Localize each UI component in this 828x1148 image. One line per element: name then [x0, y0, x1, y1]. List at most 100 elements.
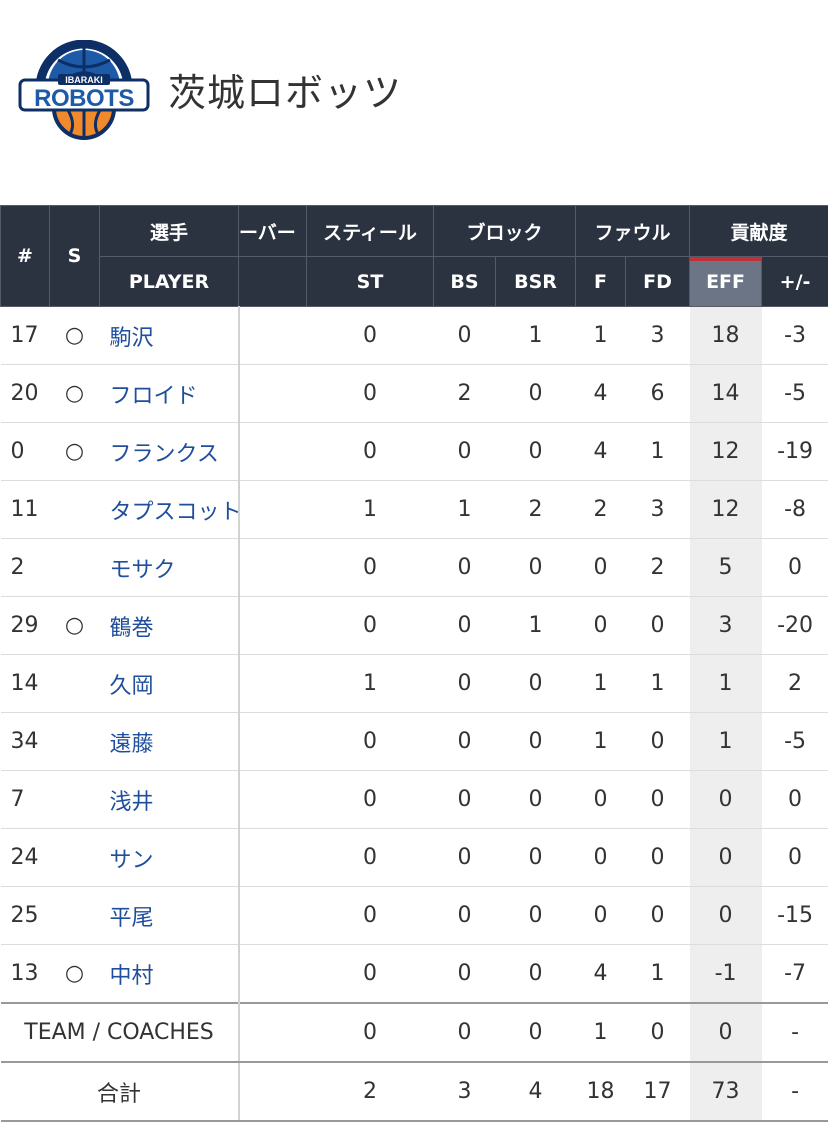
number-cell: 14 [0, 654, 50, 713]
turnover-cell [238, 712, 307, 771]
number-cell: 2 [0, 538, 50, 597]
turnover-cell [238, 596, 307, 655]
turnover-cell [238, 422, 307, 481]
st-cell: 1 [306, 480, 434, 539]
number-cell: 34 [0, 712, 50, 771]
col-player-header[interactable]: PLAYER [99, 256, 239, 307]
player-row: 13 ○ 中村 0 0 0 4 1 -1 -7 [0, 944, 828, 1004]
bs-cell: 0 [433, 596, 496, 655]
player-name-link[interactable]: タプスコット [99, 480, 242, 539]
st-cell: 0 [306, 770, 434, 829]
number-cell: 7 [0, 770, 50, 829]
player-name-link[interactable]: 久岡 [99, 654, 240, 713]
player-row: 2 モサク 0 0 0 0 2 5 0 [0, 538, 828, 597]
turnover-cell [238, 364, 307, 423]
player-name-link[interactable]: 平尾 [99, 886, 240, 945]
bsr-cell: 0 [495, 770, 576, 829]
col-steal-header[interactable]: ST [306, 256, 434, 307]
pm-cell: 2 [761, 654, 828, 713]
bsr-cell: 2 [495, 480, 576, 539]
player-row: 29 ○ 鶴巻 0 0 1 0 0 3 -20 [0, 596, 828, 655]
eff-cell: 1 [689, 712, 762, 771]
player-name-link[interactable]: 鶴巻 [99, 596, 240, 655]
f-cell: 1 [575, 1002, 626, 1063]
pm-cell: -20 [761, 596, 828, 655]
starter-mark: ○ [49, 306, 100, 365]
bs-cell: 2 [433, 364, 496, 423]
player-row: 34 遠藤 0 0 0 1 0 1 -5 [0, 712, 828, 771]
pm-cell: -3 [761, 306, 828, 365]
col-turnover-header[interactable] [238, 256, 307, 307]
starter-mark [49, 654, 100, 713]
turnover-cell [238, 654, 307, 713]
st-cell: 0 [306, 364, 434, 423]
player-name-link[interactable]: 駒沢 [99, 306, 240, 365]
f-cell: 0 [575, 828, 626, 887]
bs-cell: 0 [433, 422, 496, 481]
player-row: 20 ○ フロイド 0 2 0 4 6 14 -5 [0, 364, 828, 423]
turnover-group-header: ーバー [238, 205, 307, 257]
starter-mark [49, 480, 100, 539]
starter-mark [49, 886, 100, 945]
bs-cell: 0 [433, 886, 496, 945]
svg-text:IBARAKI: IBARAKI [65, 75, 103, 85]
fd-cell: 3 [625, 306, 690, 365]
turnover-cell [238, 770, 307, 829]
turnover-cell [238, 306, 307, 365]
bsr-cell: 0 [495, 422, 576, 481]
player-name-link[interactable]: フランクス [99, 422, 240, 481]
col-f-header[interactable]: F [575, 256, 627, 307]
eff-cell: 0 [689, 770, 762, 829]
bsr-cell: 0 [495, 828, 576, 887]
player-row: 24 サン 0 0 0 0 0 0 0 [0, 828, 828, 887]
eff-cell: 73 [689, 1062, 762, 1122]
st-cell: 0 [306, 712, 434, 771]
st-cell: 0 [306, 1002, 434, 1063]
number-cell: 25 [0, 886, 50, 945]
fd-cell: 0 [625, 1002, 690, 1063]
player-name-link[interactable]: 中村 [99, 944, 240, 1004]
f-cell: 1 [575, 712, 626, 771]
bsr-cell: 0 [495, 364, 576, 423]
bsr-cell: 0 [495, 944, 576, 1004]
col-plusminus-header[interactable]: +/- [761, 256, 828, 307]
eff-cell: 0 [689, 1002, 762, 1063]
bs-cell: 0 [433, 538, 496, 597]
bsr-cell: 0 [495, 712, 576, 771]
player-row: 25 平尾 0 0 0 0 0 0 -15 [0, 886, 828, 945]
fd-cell: 3 [625, 480, 690, 539]
eff-cell: 12 [689, 422, 762, 481]
col-number-header[interactable]: # [0, 205, 50, 307]
col-fd-header[interactable]: FD [625, 256, 691, 307]
pm-cell: -8 [761, 480, 828, 539]
contribution-group-header: 貢献度 [689, 205, 828, 257]
block-group-header: ブロック [432, 205, 577, 257]
pm-cell: - [761, 1062, 828, 1122]
col-bsr-header[interactable]: BSR [494, 256, 577, 307]
total-row: 合計 2 3 4 18 17 73 - [0, 1062, 828, 1122]
team-logo: IBARAKI ROBOTS [18, 40, 150, 140]
player-name-link[interactable]: 浅井 [99, 770, 240, 829]
st-cell: 0 [306, 306, 434, 365]
player-name-link[interactable]: サン [99, 828, 240, 887]
player-name-link[interactable]: フロイド [99, 364, 240, 423]
col-bs-header[interactable]: BS [433, 256, 496, 307]
starter-mark: ○ [49, 364, 100, 423]
bs-cell: 0 [433, 306, 496, 365]
fd-cell: 1 [625, 422, 690, 481]
f-cell: 4 [575, 944, 626, 1004]
player-name-link[interactable]: 遠藤 [99, 712, 240, 771]
eff-cell: 3 [689, 596, 762, 655]
f-cell: 0 [575, 886, 626, 945]
steal-group-header: スティール [306, 205, 434, 257]
col-eff-header-sorted[interactable]: EFF [689, 256, 763, 307]
bs-cell: 0 [433, 1002, 496, 1063]
f-cell: 18 [575, 1062, 626, 1122]
pm-cell: 0 [761, 828, 828, 887]
col-starter-header[interactable]: S [49, 205, 100, 307]
player-name-link[interactable]: モサク [99, 538, 240, 597]
f-cell: 4 [575, 364, 626, 423]
eff-cell: -1 [689, 944, 762, 1004]
player-group-header: 選手 [99, 205, 239, 257]
turnover-cell [238, 538, 307, 597]
